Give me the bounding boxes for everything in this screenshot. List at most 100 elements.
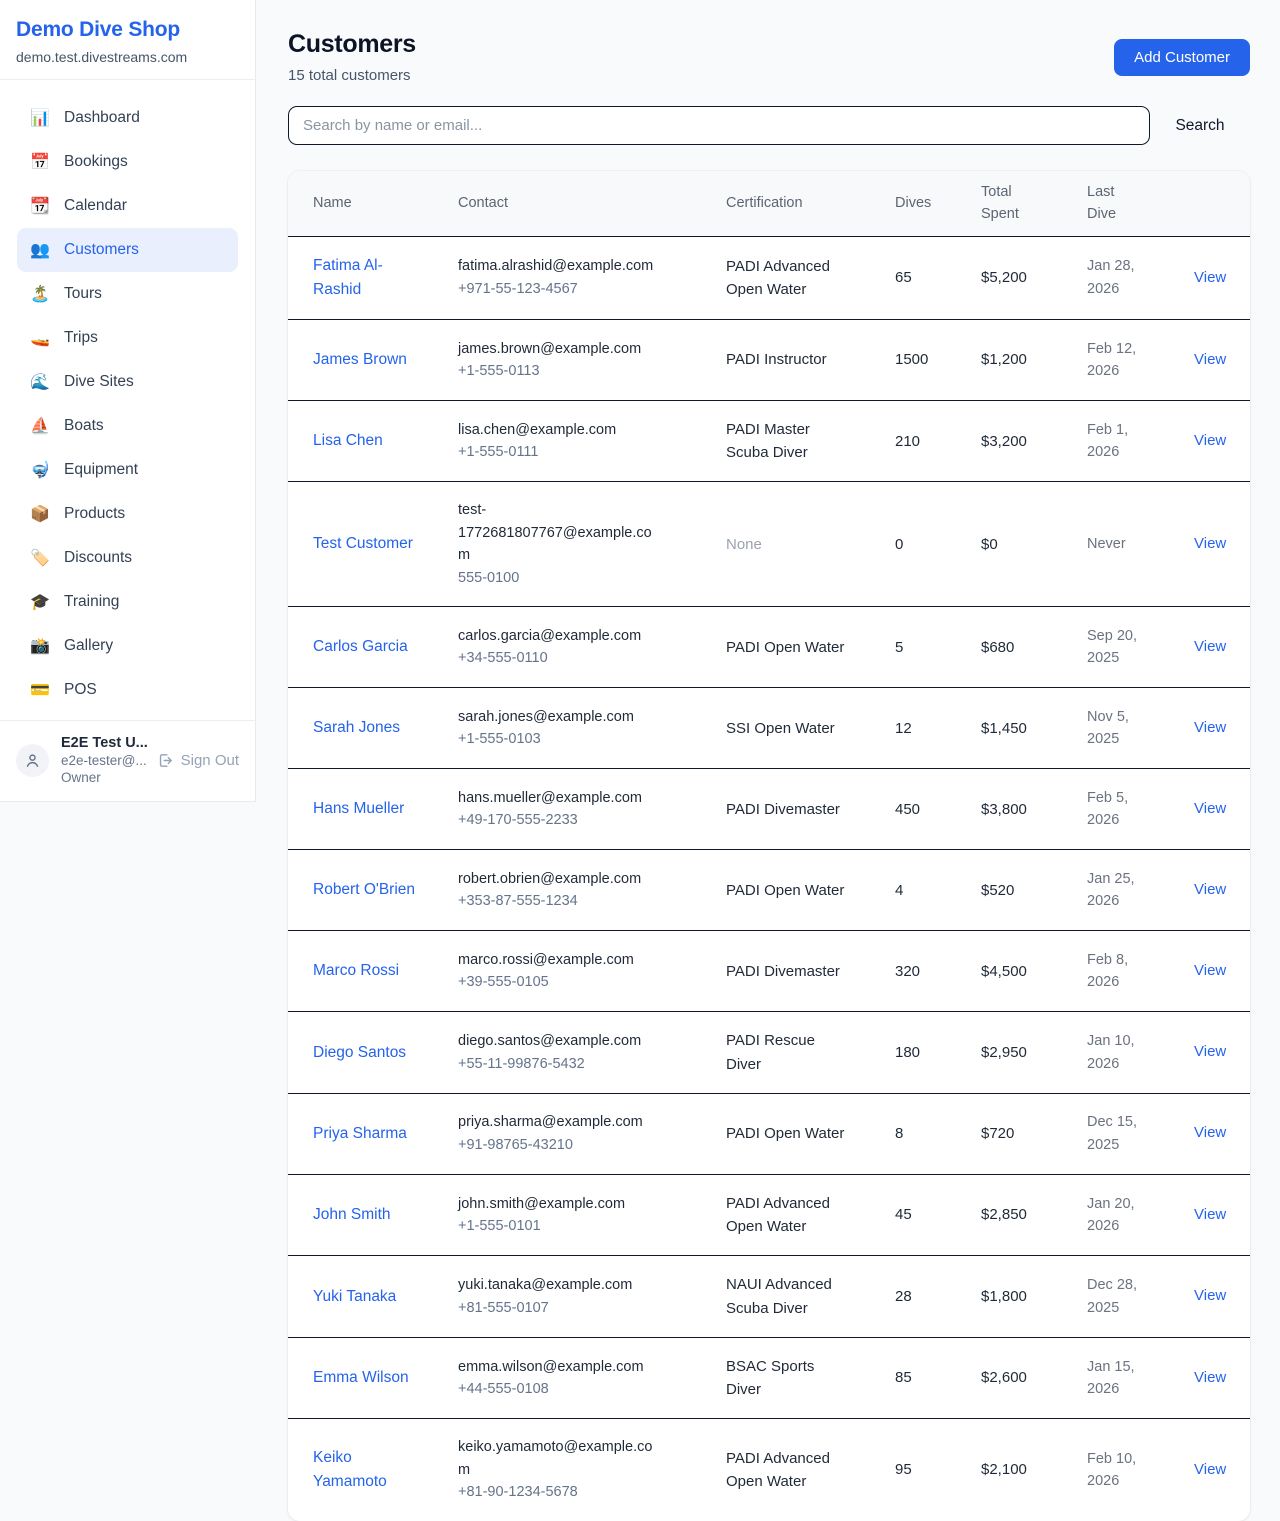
contact-cell: sarah.jones@example.com +1-555-0103 — [458, 706, 673, 751]
sidebar-item-tours[interactable]: 🏝️Tours — [17, 272, 238, 316]
total-spent-cell: $2,850 — [981, 1203, 1087, 1226]
sidebar: Demo Dive Shop demo.test.divestreams.com… — [0, 0, 256, 802]
customer-name-cell: Sarah Jones — [313, 716, 458, 740]
sidebar-item-products[interactable]: 📦Products — [17, 492, 238, 536]
table-row: Test Customer test-1772681807767@example… — [288, 482, 1250, 607]
view-link[interactable]: View — [1194, 962, 1226, 979]
table-row: Emma Wilson emma.wilson@example.com +44-… — [288, 1338, 1250, 1420]
contact-cell: hans.mueller@example.com +49-170-555-223… — [458, 787, 673, 832]
view-link[interactable]: View — [1194, 1124, 1226, 1141]
view-link[interactable]: View — [1194, 1287, 1226, 1304]
customer-name-link[interactable]: Test Customer — [313, 532, 423, 556]
sidebar-item-label: Training — [64, 593, 119, 611]
sidebar-item-training[interactable]: 🎓Training — [17, 580, 238, 624]
customers-icon: 👥 — [30, 240, 50, 260]
sidebar-item-bookings[interactable]: 📅 Bookings — [17, 140, 238, 184]
sign-out-button[interactable]: Sign Out — [157, 752, 239, 769]
customer-name-link[interactable]: Fatima Al-Rashid — [313, 254, 423, 302]
view-link[interactable]: View — [1194, 638, 1226, 655]
customer-email: priya.sharma@example.com — [458, 1111, 661, 1133]
view-cell: View — [1194, 878, 1234, 903]
sidebar-item-label: Tours — [64, 285, 102, 303]
customer-name-link[interactable]: Keiko Yamamoto — [313, 1446, 423, 1494]
sidebar-item-discounts[interactable]: 🏷️ Discounts — [17, 536, 238, 580]
contact-cell: emma.wilson@example.com +44-555-0108 — [458, 1356, 673, 1401]
view-link[interactable]: View — [1194, 1043, 1226, 1060]
dives-cell: 45 — [895, 1203, 981, 1226]
table-row: Marco Rossi marco.rossi@example.com +39-… — [288, 931, 1250, 1012]
customer-email: keiko.yamamoto@example.com — [458, 1436, 661, 1481]
view-link[interactable]: View — [1194, 269, 1226, 286]
sidebar-item-dashboard[interactable]: 📊Dashboard — [17, 96, 238, 140]
last-dive-cell: Jan 10, 2026 — [1087, 1030, 1161, 1075]
customer-email: emma.wilson@example.com — [458, 1356, 661, 1378]
view-link[interactable]: View — [1194, 800, 1226, 817]
customer-name-link[interactable]: Marco Rossi — [313, 959, 423, 983]
customer-email: john.smith@example.com — [458, 1193, 661, 1215]
discounts-icon: 🏷️ — [30, 548, 50, 568]
search-input[interactable] — [288, 106, 1150, 145]
search-button[interactable]: Search — [1150, 117, 1250, 135]
sidebar-item-trips[interactable]: 🚤Trips — [17, 316, 238, 360]
total-spent-cell: $2,100 — [981, 1458, 1087, 1481]
add-customer-button[interactable]: Add Customer — [1114, 39, 1250, 76]
customer-name-cell: Marco Rossi — [313, 959, 458, 983]
table-row: Carlos Garcia carlos.garcia@example.com … — [288, 607, 1250, 688]
total-spent-cell: $3,200 — [981, 430, 1087, 453]
contact-cell: james.brown@example.com +1-555-0113 — [458, 338, 673, 383]
view-link[interactable]: View — [1194, 432, 1226, 449]
customer-name-link[interactable]: Diego Santos — [313, 1041, 423, 1065]
view-link[interactable]: View — [1194, 1461, 1226, 1478]
brand-block: Demo Dive Shop demo.test.divestreams.com — [0, 0, 255, 80]
customer-count: 15 total customers — [288, 67, 416, 84]
dives-cell: 0 — [895, 533, 981, 556]
customer-name-link[interactable]: Yuki Tanaka — [313, 1285, 423, 1309]
column-header-name: Name — [313, 182, 458, 224]
customer-name-link[interactable]: Carlos Garcia — [313, 635, 423, 659]
view-link[interactable]: View — [1194, 881, 1226, 898]
sidebar-item-label: Discounts — [64, 549, 132, 567]
last-dive-cell: Feb 12, 2026 — [1087, 338, 1161, 383]
contact-cell: fatima.alrashid@example.com +971-55-123-… — [458, 255, 673, 300]
last-dive-cell: Dec 15, 2025 — [1087, 1111, 1161, 1156]
view-link[interactable]: View — [1194, 719, 1226, 736]
view-link[interactable]: View — [1194, 535, 1226, 552]
view-link[interactable]: View — [1194, 1369, 1226, 1386]
table-row: Yuki Tanaka yuki.tanaka@example.com +81-… — [288, 1256, 1250, 1338]
user-email: e2e-tester@... — [61, 753, 145, 768]
sidebar-item-gallery[interactable]: 📸Gallery — [17, 624, 238, 668]
sidebar-item-pos[interactable]: 💳POS — [17, 668, 238, 712]
view-link[interactable]: View — [1194, 1206, 1226, 1223]
sidebar-item-boats[interactable]: ⛵Boats — [17, 404, 238, 448]
customer-email: diego.santos@example.com — [458, 1030, 661, 1052]
certification-cell: PADI Open Water — [726, 636, 861, 659]
customer-phone: +34-555-0110 — [458, 647, 661, 669]
view-cell: View — [1194, 429, 1234, 454]
customer-name-link[interactable]: Priya Sharma — [313, 1122, 423, 1146]
bookings-icon: 📅 — [30, 152, 50, 172]
view-cell: View — [1194, 532, 1234, 557]
customer-name-link[interactable]: Lisa Chen — [313, 429, 423, 453]
table-header-row: NameContactCertificationDivesTotal Spent… — [288, 171, 1250, 237]
customer-name-link[interactable]: John Smith — [313, 1203, 423, 1227]
user-name: E2E Test U... — [61, 735, 145, 751]
sidebar-item-dive-sites[interactable]: 🌊Dive Sites — [17, 360, 238, 404]
certification-cell: PADI Divemaster — [726, 960, 861, 983]
total-spent-cell: $5,200 — [981, 266, 1087, 289]
sidebar-item-calendar[interactable]: 📆Calendar — [17, 184, 238, 228]
view-cell: View — [1194, 1458, 1234, 1483]
column-header-dives: Dives — [895, 182, 981, 224]
sidebar-item-label: Bookings — [64, 153, 128, 171]
customer-name-link[interactable]: Emma Wilson — [313, 1366, 423, 1390]
customer-name-link[interactable]: Robert O'Brien — [313, 878, 423, 902]
sidebar-item-customers[interactable]: 👥Customers — [17, 228, 238, 272]
customer-name-link[interactable]: Hans Mueller — [313, 797, 423, 821]
equipment-icon: 🤿 — [30, 460, 50, 480]
certification-cell: PADI Master Scuba Diver — [726, 418, 861, 465]
customer-name-cell: Keiko Yamamoto — [313, 1446, 458, 1494]
view-link[interactable]: View — [1194, 351, 1226, 368]
sidebar-item-equipment[interactable]: 🤿Equipment — [17, 448, 238, 492]
trips-icon: 🚤 — [30, 328, 50, 348]
customer-name-link[interactable]: Sarah Jones — [313, 716, 423, 740]
customer-name-link[interactable]: James Brown — [313, 348, 423, 372]
